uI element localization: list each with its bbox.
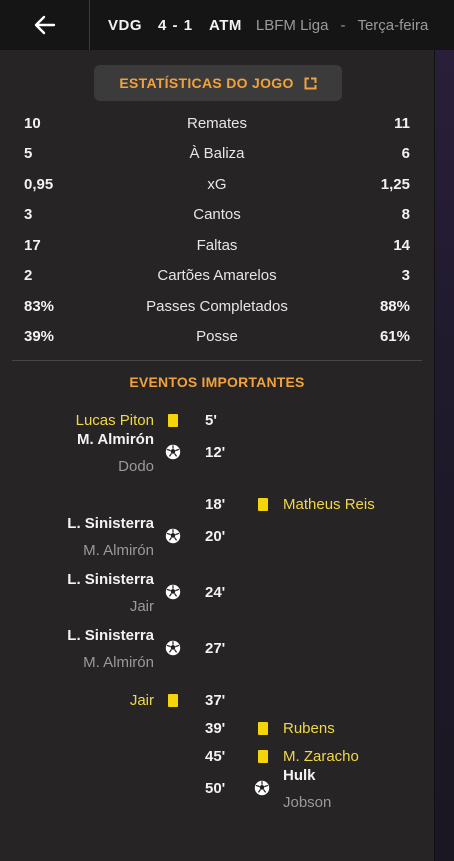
stat-label: Remates — [186, 114, 248, 132]
stat-away-value: 8 — [401, 206, 410, 224]
stat-away-value: 6 — [401, 145, 410, 163]
stats-title-button[interactable]: ESTATÍSTICAS DO JOGO — [94, 65, 342, 101]
football-icon — [165, 528, 181, 544]
match-date: Terça-feira — [357, 16, 429, 34]
score: 4 - 1 — [158, 16, 194, 34]
event-minute: 5' — [205, 412, 217, 429]
home-team: VDG — [108, 16, 143, 34]
external-link-icon — [304, 77, 317, 89]
stat-row: 2 Cartões Amarelos 3 — [0, 261, 434, 292]
stat-away-value: 1,25 — [380, 175, 410, 193]
stat-away-value: 11 — [394, 114, 410, 132]
event-minute: 27' — [205, 640, 226, 657]
assist-player[interactable]: M. Almirón — [83, 542, 154, 559]
stat-away-value: 14 — [393, 236, 410, 254]
side-panel — [434, 50, 454, 861]
goal-scorer[interactable]: L. Sinisterra — [67, 627, 154, 644]
separator: - — [340, 16, 346, 34]
booked-player[interactable]: Rubens — [283, 720, 335, 737]
stat-row: 17 Faltas 14 — [0, 230, 434, 261]
stat-row: 83% Passes Completados 88% — [0, 291, 434, 322]
football-icon — [254, 780, 270, 796]
stat-label: Cartões Amarelos — [157, 267, 277, 285]
yellow-card-icon — [168, 694, 178, 707]
yellow-card-icon — [258, 722, 268, 735]
stat-away-value: 88% — [379, 297, 410, 315]
arrow-left-icon — [34, 15, 55, 35]
event-minute: 50' — [205, 780, 226, 797]
stat-row: 10 Remates 11 — [0, 108, 434, 139]
assist-player[interactable]: Jobson — [283, 794, 331, 811]
stat-row: 0,95 xG 1,25 — [0, 169, 434, 200]
event-minute: 24' — [205, 584, 226, 601]
booked-player[interactable]: Lucas Piton — [76, 412, 154, 429]
event-minute: 12' — [205, 444, 226, 461]
stat-label: xG — [207, 175, 227, 193]
back-button[interactable] — [0, 0, 90, 50]
event-minute: 37' — [205, 692, 226, 709]
yellow-card-icon — [168, 414, 178, 427]
football-icon — [165, 584, 181, 600]
event-minute: 45' — [205, 748, 226, 765]
divider — [12, 360, 422, 361]
booked-player[interactable]: Jair — [130, 692, 154, 709]
stats-table: 10 Remates 11 5 À Baliza 6 0,95 xG 1,25 3 Cantos 8 1… — [0, 108, 434, 352]
event-minute: 18' — [205, 496, 226, 513]
booked-player[interactable]: Matheus Reis — [283, 496, 375, 513]
stat-away-value: 61% — [379, 328, 410, 346]
goal-scorer[interactable]: L. Sinisterra — [67, 515, 154, 532]
booked-player[interactable]: M. Zaracho — [283, 748, 359, 765]
assist-player[interactable]: Dodo — [118, 458, 154, 475]
stats-title-label: ESTATÍSTICAS DO JOGO — [119, 75, 294, 91]
away-team: ATM — [209, 16, 242, 34]
stat-label: Posse — [196, 328, 238, 346]
match-stats-panel: ESTATÍSTICAS DO JOGO 10 Remates 11 5 À Baliz… — [0, 50, 434, 861]
events-title: EVENTOS IMPORTANTES — [129, 374, 305, 390]
stat-label: À Baliza — [189, 145, 245, 163]
yellow-card-icon — [258, 750, 268, 763]
goal-scorer[interactable]: Hulk — [283, 767, 316, 784]
yellow-card-icon — [258, 498, 268, 511]
stat-away-value: 3 — [401, 267, 410, 285]
football-icon — [165, 444, 181, 460]
match-header: VDG 4 - 1 ATM LBFM Liga - Terça-feira — [0, 0, 454, 50]
event-minute: 20' — [205, 528, 226, 545]
stat-row: 39% Posse 61% — [0, 322, 434, 353]
league-name: LBFM Liga — [255, 16, 329, 34]
assist-player[interactable]: M. Almirón — [83, 654, 154, 671]
event-minute: 39' — [205, 720, 226, 737]
football-icon — [165, 640, 181, 656]
match-summary: VDG 4 - 1 ATM LBFM Liga - Terça-feira — [90, 17, 428, 34]
stat-label: Faltas — [196, 236, 238, 254]
goal-scorer[interactable]: L. Sinisterra — [67, 571, 154, 588]
stat-row: 5À Baliza 6 — [0, 139, 434, 170]
stat-label: Cantos — [193, 206, 241, 224]
stat-label: Passes Completados — [146, 297, 288, 315]
assist-player[interactable]: Jair — [130, 598, 154, 615]
stat-row: 3 Cantos 8 — [0, 200, 434, 231]
goal-scorer[interactable]: M. Almirón — [77, 431, 154, 448]
